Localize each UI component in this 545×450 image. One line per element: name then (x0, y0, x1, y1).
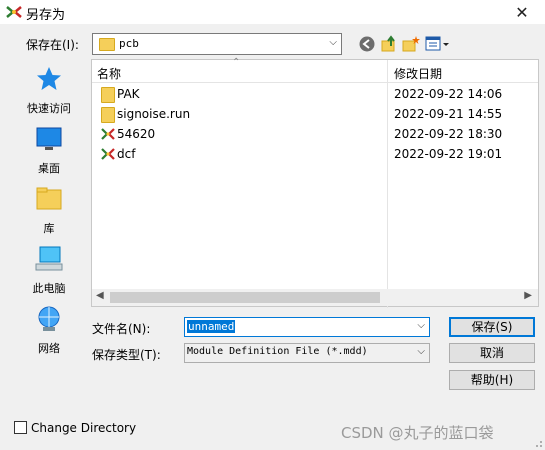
file-list[interactable]: ⌃ 名称 修改日期 PAK 2022-09-22 14:06 signoise.… (91, 57, 539, 308)
save-in-label: 保存在(I): (26, 38, 79, 52)
resize-grip-icon[interactable] (533, 438, 543, 448)
places-bar: 快速访问 桌面 库 此电脑 网络 (12, 59, 86, 379)
cancel-button[interactable]: 取消 (449, 343, 535, 363)
app-file-icon (101, 148, 115, 160)
help-button[interactable]: 帮助(H) (449, 370, 535, 390)
filetype-value: Module Definition File (*.mdd) (187, 346, 368, 357)
file-row[interactable]: 54620 2022-09-22 18:30 (92, 124, 538, 144)
scroll-left-icon[interactable]: ◀ (96, 290, 104, 301)
app-logo-icon (6, 6, 22, 18)
title-bar: 另存为 ✕ (0, 0, 545, 24)
computer-icon (35, 246, 63, 271)
change-directory-checkbox[interactable] (14, 421, 27, 434)
close-icon: ✕ (515, 2, 529, 22)
scroll-right-icon[interactable]: ▶ (524, 290, 532, 301)
back-icon[interactable] (358, 35, 376, 53)
up-folder-icon[interactable] (380, 35, 398, 53)
file-name: 54620 (117, 127, 156, 141)
save-in-dropdown[interactable]: pcb ⌵ (92, 33, 342, 55)
window-title: 另存为 (26, 8, 66, 23)
file-date: 2022-09-22 14:06 (394, 87, 503, 101)
place-label: 网络 (38, 342, 60, 355)
file-list-header: ⌃ 名称 修改日期 (92, 57, 538, 308)
place-this-pc[interactable]: 此电脑 (12, 245, 86, 296)
chevron-down-icon: ⌵ (329, 37, 337, 48)
file-name: dcf (117, 147, 136, 161)
change-directory-label[interactable]: Change Directory (31, 421, 136, 435)
filetype-dropdown[interactable]: Module Definition File (*.mdd) ⌵ (184, 343, 430, 363)
file-date: 2022-09-21 14:55 (394, 107, 503, 121)
app-file-icon (101, 128, 115, 140)
filename-label: 文件名(N): (92, 322, 151, 336)
place-label: 桌面 (38, 162, 60, 175)
column-header-date[interactable]: 修改日期 (394, 65, 442, 82)
filename-input[interactable]: unnamed ⌵ (184, 317, 430, 337)
file-name: signoise.run (117, 107, 191, 121)
folder-icon (101, 87, 115, 103)
place-quick-access[interactable]: 快速访问 (12, 65, 86, 116)
chevron-down-icon[interactable]: ⌵ (417, 320, 425, 331)
place-label: 快速访问 (27, 102, 71, 115)
network-icon (38, 306, 60, 331)
folder-icon (101, 107, 115, 123)
new-folder-icon[interactable] (402, 35, 420, 53)
sort-ascending-icon: ⌃ (232, 57, 241, 68)
view-menu-icon[interactable] (425, 35, 451, 53)
file-date: 2022-09-22 18:30 (394, 127, 503, 141)
library-icon (36, 187, 62, 210)
save-in-value: pcb (119, 37, 139, 50)
filetype-label: 保存类型(T): (92, 348, 161, 362)
save-button[interactable]: 保存(S) (449, 317, 535, 337)
folder-icon (99, 38, 115, 51)
file-date: 2022-09-22 19:01 (394, 147, 503, 161)
place-desktop[interactable]: 桌面 (12, 125, 86, 176)
filename-value: unnamed (187, 320, 236, 333)
file-name: PAK (117, 87, 140, 101)
horizontal-scrollbar[interactable]: ◀ ▶ (92, 289, 538, 306)
file-row[interactable]: PAK 2022-09-22 14:06 (92, 84, 538, 104)
file-row[interactable]: dcf 2022-09-22 19:01 (92, 144, 538, 164)
column-header-name[interactable]: 名称 (97, 65, 121, 82)
scrollbar-thumb[interactable] (110, 292, 380, 303)
place-label: 此电脑 (32, 282, 66, 295)
close-button[interactable]: ✕ (499, 0, 545, 24)
place-library[interactable]: 库 (12, 185, 86, 236)
watermark: CSDN @丸子的蓝口袋 (341, 424, 494, 442)
desktop-icon (36, 127, 62, 150)
place-network[interactable]: 网络 (12, 305, 86, 356)
star-icon (37, 67, 61, 90)
place-label: 库 (43, 222, 55, 235)
file-row[interactable]: signoise.run 2022-09-21 14:55 (92, 104, 538, 124)
chevron-down-icon: ⌵ (417, 346, 425, 357)
